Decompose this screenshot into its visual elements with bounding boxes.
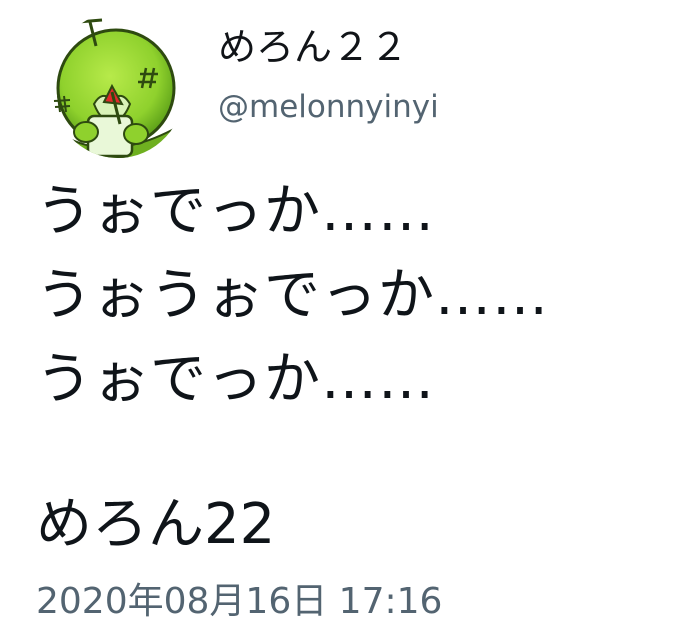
user-handle[interactable]: @melonnyinyi [218, 88, 439, 126]
tweet-line: うぉうぉでっか…… [36, 263, 549, 328]
tweet-text: うぉでっか…… うぉうぉでっか…… うぉでっか…… [36, 170, 676, 422]
display-name[interactable]: めろん２２ [218, 24, 439, 70]
tweet-timestamp[interactable]: 2020年08月16日 17:16 [36, 578, 442, 626]
tweet-line: うぉでっか…… [36, 179, 435, 244]
tweet-header: めろん２２ @melonnyinyi [50, 12, 670, 162]
melon-character-avatar-icon [50, 12, 186, 158]
tweet-line: うぉでっか…… [36, 347, 435, 412]
tweet-signature: めろん22 [36, 492, 276, 557]
author-names: めろん２２ @melonnyinyi [218, 24, 439, 126]
avatar[interactable] [50, 12, 186, 158]
